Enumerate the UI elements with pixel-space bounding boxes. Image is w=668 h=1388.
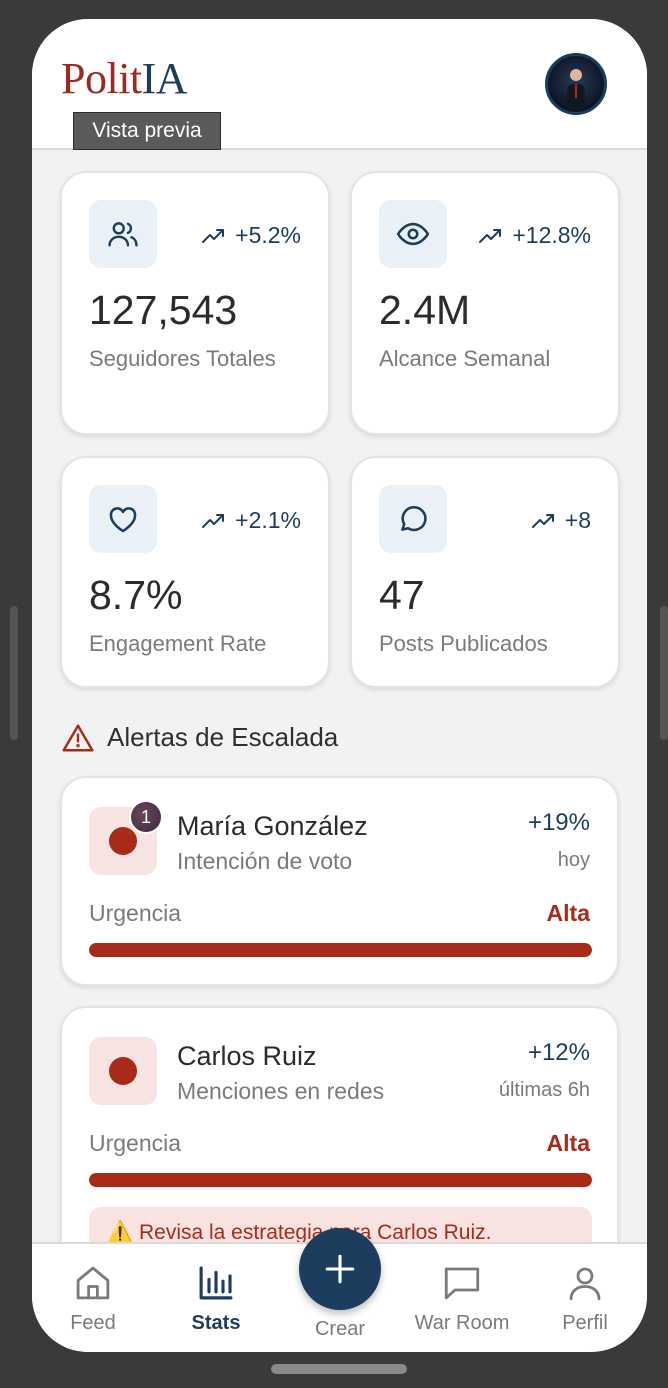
- create-button[interactable]: [299, 1228, 381, 1310]
- trend-value: +2.1%: [235, 507, 301, 533]
- trend-value: +8: [564, 507, 591, 533]
- stat-label: Alcance Semanal: [379, 346, 551, 371]
- users-icon: [89, 200, 157, 268]
- trend-indicator: +12.8%: [478, 222, 591, 249]
- app-logo[interactable]: PolitIA: [61, 54, 188, 103]
- trending-up-icon: [531, 513, 554, 528]
- dashboard-content[interactable]: +5.2% 127,543 Seguidores Totales +12.8% …: [32, 152, 647, 1242]
- stat-label: Posts Publicados: [379, 631, 548, 656]
- trending-up-icon: [479, 228, 502, 243]
- heart-icon: [89, 485, 157, 553]
- home-icon: [76, 1266, 110, 1300]
- alert-change: +19%: [527, 809, 590, 836]
- alert-card[interactable]: Carlos Ruiz Menciones en redes +12% últi…: [60, 1006, 619, 1242]
- preview-tooltip: Vista previa: [73, 112, 221, 150]
- trend-value: +12.8%: [512, 222, 591, 248]
- trend-indicator: +8: [531, 507, 591, 534]
- urgency-dot-icon: [109, 827, 137, 855]
- stat-label: Seguidores Totales: [89, 346, 276, 371]
- trending-up-icon: [202, 228, 225, 243]
- urgency-value: Alta: [546, 900, 590, 926]
- nav-label: Feed: [70, 1312, 116, 1334]
- alert-time: últimas 6h: [498, 1079, 590, 1101]
- trend-indicator: +2.1%: [201, 507, 301, 534]
- nav-label: War Room: [414, 1312, 510, 1334]
- stat-card-followers[interactable]: +5.2% 127,543 Seguidores Totales: [60, 171, 330, 435]
- trending-up-icon: [202, 513, 225, 528]
- stat-value: 127,543: [89, 287, 238, 333]
- urgency-label: Urgencia: [89, 1130, 182, 1156]
- alert-card[interactable]: 1 María González Intención de voto +19% …: [60, 776, 619, 986]
- bar-chart-icon: [199, 1266, 233, 1300]
- stat-card-engagement[interactable]: +2.1% 8.7% Engagement Rate: [60, 456, 330, 688]
- create-label: Crear: [314, 1318, 365, 1340]
- stat-card-posts[interactable]: +8 47 Posts Publicados: [350, 456, 620, 688]
- logo-text-polit: Polit: [61, 54, 142, 103]
- stat-value: 2.4M: [379, 287, 471, 333]
- alert-change: +12%: [527, 1039, 590, 1066]
- side-button-left: [10, 606, 18, 740]
- urgency-label: Urgencia: [89, 900, 182, 926]
- stat-value: 8.7%: [89, 572, 183, 618]
- alerts-section-header: Alertas de Escalada: [61, 722, 338, 753]
- nav-item-profile[interactable]: Perfil: [535, 1262, 635, 1335]
- app-header: PolitIA Vista previa: [32, 19, 647, 150]
- stat-value: 47: [379, 572, 425, 618]
- alert-time: hoy: [557, 849, 590, 871]
- logo-text-ia: IA: [141, 54, 188, 103]
- nav-label: Perfil: [562, 1312, 608, 1334]
- plus-icon: [325, 1254, 355, 1284]
- stat-card-reach[interactable]: +12.8% 2.4M Alcance Semanal: [350, 171, 620, 435]
- bottom-nav: Feed Stats Crear War Room Perfil: [32, 1228, 647, 1352]
- alert-person-name: María González: [177, 811, 368, 841]
- alert-triangle-icon: [62, 724, 94, 751]
- alert-metric: Menciones en redes: [177, 1078, 385, 1104]
- eye-icon: [379, 200, 447, 268]
- side-button-right: [660, 606, 668, 740]
- urgency-value: Alta: [546, 1130, 590, 1156]
- urgency-dot-box: [89, 1037, 157, 1105]
- urgency-bar: [89, 943, 592, 957]
- nav-item-stats[interactable]: Stats: [166, 1262, 266, 1335]
- user-icon: [569, 1267, 601, 1301]
- alert-person-name: Carlos Ruiz: [177, 1041, 317, 1071]
- chat-icon: [444, 1267, 480, 1300]
- trend-indicator: +5.2%: [201, 222, 301, 249]
- stat-label: Engagement Rate: [89, 631, 267, 656]
- notification-badge: 1: [129, 800, 163, 834]
- alert-metric: Intención de voto: [177, 848, 353, 874]
- urgency-bar-fill: [89, 943, 592, 957]
- avatar[interactable]: [545, 53, 607, 115]
- alerts-title: Alertas de Escalada: [107, 722, 339, 752]
- nav-item-war-room[interactable]: War Room: [412, 1262, 512, 1335]
- message-icon: [379, 485, 447, 553]
- urgency-bar-fill: [89, 1173, 592, 1187]
- trend-value: +5.2%: [235, 222, 301, 248]
- phone-screen: PolitIA Vista previa +5.2% 127,543 Segui…: [32, 19, 647, 1352]
- urgency-bar: [89, 1173, 592, 1187]
- urgency-dot-icon: [109, 1057, 137, 1085]
- avatar-person-icon: [566, 69, 586, 106]
- home-indicator[interactable]: [271, 1364, 407, 1374]
- nav-item-feed[interactable]: Feed: [43, 1262, 143, 1335]
- nav-label: Stats: [191, 1312, 241, 1334]
